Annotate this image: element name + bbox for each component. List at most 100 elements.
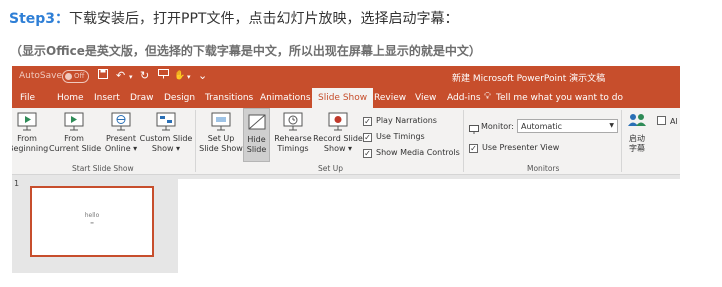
hide-slide-icon xyxy=(248,114,265,130)
start-subtitles-button[interactable]: 启动 字幕 xyxy=(623,108,651,154)
touch-dropdown-icon[interactable]: ▾ xyxy=(187,73,191,81)
autosave-label: AutoSave xyxy=(19,71,62,81)
tab-transitions[interactable]: Transitions xyxy=(205,93,253,103)
note-text: （显示Office是英文版，但选择的下载字幕是中文，所以出现在屏幕上显示的就是中… xyxy=(10,44,481,58)
subtitles-line2: 字幕 xyxy=(629,144,645,153)
checkmark-icon: ✓ xyxy=(363,133,372,142)
redo-icon[interactable]: ↻ xyxy=(140,69,149,82)
record-slide-show-icon xyxy=(328,112,348,131)
autosave-toggle[interactable]: Off xyxy=(62,70,89,83)
subtitles-people-icon xyxy=(628,114,646,126)
group-divider xyxy=(463,110,464,172)
play-narrations-checkbox[interactable]: ✓ Play Narrations xyxy=(363,116,437,126)
from-current-line1: From xyxy=(64,134,84,143)
tell-me-box[interactable]: Tell me what you want to do xyxy=(496,93,623,103)
slide-thumbnail-text: hello xyxy=(84,212,100,219)
checkmark-icon: ✓ xyxy=(363,149,372,158)
step-separator: ： xyxy=(55,11,70,27)
rehearse-timings-button[interactable]: Rehearse Timings xyxy=(272,108,314,154)
tab-view[interactable]: View xyxy=(415,93,436,103)
custom-slide-show-line1: Custom Slide xyxy=(139,134,193,143)
step-label: Step3 xyxy=(9,11,56,27)
custom-slide-show-icon xyxy=(156,112,176,131)
chevron-down-icon: ▼ xyxy=(609,122,614,129)
set-up-line2: Slide Show xyxy=(199,144,243,153)
tab-review[interactable]: Review xyxy=(374,93,406,103)
tab-insert[interactable]: Insert xyxy=(94,93,120,103)
hide-slide-line1: Hide xyxy=(247,135,266,144)
record-slide-show-button[interactable]: Record Slide Show ▾ xyxy=(312,108,364,154)
present-online-line1: Present xyxy=(105,134,136,143)
tab-add-ins[interactable]: Add-ins xyxy=(447,93,481,103)
present-online-button[interactable]: Present Online ▾ xyxy=(103,108,139,154)
tab-slide-show[interactable]: Slide Show xyxy=(312,88,374,108)
slide-number: 1 xyxy=(14,179,20,188)
custom-slide-show-line2: Show ▾ xyxy=(151,144,181,153)
group-label-monitors: Monitors xyxy=(527,164,560,173)
empty-checkbox-icon xyxy=(657,116,666,125)
slide-thumbnail-subtitle: ▬ xyxy=(90,220,94,225)
from-current-slide-icon xyxy=(64,112,84,131)
present-online-line2: Online ▾ xyxy=(104,144,138,153)
hide-slide-button[interactable]: Hide Slide xyxy=(243,108,270,162)
use-timings-label: Use Timings xyxy=(376,132,425,141)
monitor-icon xyxy=(469,120,479,139)
customize-qat-icon[interactable]: ⌄ xyxy=(198,69,207,82)
subtitles-line1: 启动 xyxy=(629,134,645,143)
use-presenter-view-checkbox[interactable]: ✓ Use Presenter View xyxy=(469,143,559,153)
record-line2: Show ▾ xyxy=(323,144,353,153)
from-current-line2: Current Slide xyxy=(49,144,102,153)
touch-mode-icon[interactable]: ✋ xyxy=(174,71,185,81)
undo-icon[interactable]: ↶ xyxy=(116,69,125,82)
from-beginning-icon xyxy=(17,112,37,131)
tab-animations[interactable]: Animations xyxy=(260,93,311,103)
group-divider xyxy=(621,110,622,172)
always-use-label: Al xyxy=(670,117,678,126)
group-label-set-up: Set Up xyxy=(318,164,343,173)
editor-area: 1 hello ▬ xyxy=(12,175,680,273)
from-beginning-button[interactable]: From Beginning xyxy=(12,108,49,154)
monitor-label: Monitor: xyxy=(481,122,514,131)
window-title: 新建 Microsoft PowerPoint 演示文稿 xyxy=(452,74,606,84)
title-bar: AutoSave Off ↶ ▾ ↻ ✋ ▾ ⌄ 新建 Microsoft Po… xyxy=(12,66,680,88)
play-narrations-label: Play Narrations xyxy=(376,116,437,125)
tab-file[interactable]: File xyxy=(20,93,35,103)
step-instruction: Step3：下载安装后，打开PPT文件，点击幻灯片放映，选择启动字幕： xyxy=(9,8,458,28)
from-beginning-line2: Beginning xyxy=(12,144,49,153)
monitor-select-value: Automatic xyxy=(521,122,563,131)
set-up-line1: Set Up xyxy=(207,134,235,143)
set-up-slide-show-button[interactable]: Set Up Slide Show xyxy=(198,108,244,154)
slide-canvas[interactable] xyxy=(178,179,680,273)
show-media-controls-label: Show Media Controls xyxy=(376,148,460,157)
checkmark-icon: ✓ xyxy=(469,144,478,153)
monitor-select[interactable]: Automatic ▼ xyxy=(517,119,618,133)
powerpoint-window: AutoSave Off ↶ ▾ ↻ ✋ ▾ ⌄ 新建 Microsoft Po… xyxy=(12,66,680,273)
tab-draw[interactable]: Draw xyxy=(130,93,154,103)
always-use-subtitles-checkbox[interactable]: Al xyxy=(657,116,678,126)
from-beginning-line1: From xyxy=(17,134,37,143)
present-icon[interactable] xyxy=(158,69,169,82)
ribbon: From Beginning From Current Slide Presen… xyxy=(12,108,680,175)
rehearse-timings-icon xyxy=(283,112,303,131)
ribbon-tabs: File Home Insert Draw Design Transitions… xyxy=(12,88,680,108)
set-up-slide-show-icon xyxy=(211,112,231,131)
tab-home[interactable]: Home xyxy=(57,93,84,103)
step-text: 下载安装后，打开PPT文件，点击幻灯片放映，选择启动字幕： xyxy=(69,11,459,27)
from-current-slide-button[interactable]: From Current Slide xyxy=(49,108,102,154)
undo-dropdown-icon[interactable]: ▾ xyxy=(129,73,133,81)
slide-thumbnail[interactable]: hello ▬ xyxy=(30,186,154,257)
rehearse-line1: Rehearse xyxy=(274,134,312,143)
group-label-start-slide-show: Start Slide Show xyxy=(72,164,134,173)
custom-slide-show-button[interactable]: Custom Slide Show ▾ xyxy=(139,108,193,154)
group-divider xyxy=(195,110,196,172)
show-media-controls-checkbox[interactable]: ✓ Show Media Controls xyxy=(363,148,460,158)
use-presenter-view-label: Use Presenter View xyxy=(482,143,560,152)
save-icon[interactable] xyxy=(98,69,108,82)
record-line1: Record Slide xyxy=(313,134,363,143)
use-timings-checkbox[interactable]: ✓ Use Timings xyxy=(363,132,425,142)
rehearse-line2: Timings xyxy=(277,144,309,153)
checkmark-icon: ✓ xyxy=(363,117,372,126)
present-online-icon xyxy=(111,112,131,131)
hide-slide-line2: Slide xyxy=(246,145,267,154)
tab-design[interactable]: Design xyxy=(164,93,195,103)
